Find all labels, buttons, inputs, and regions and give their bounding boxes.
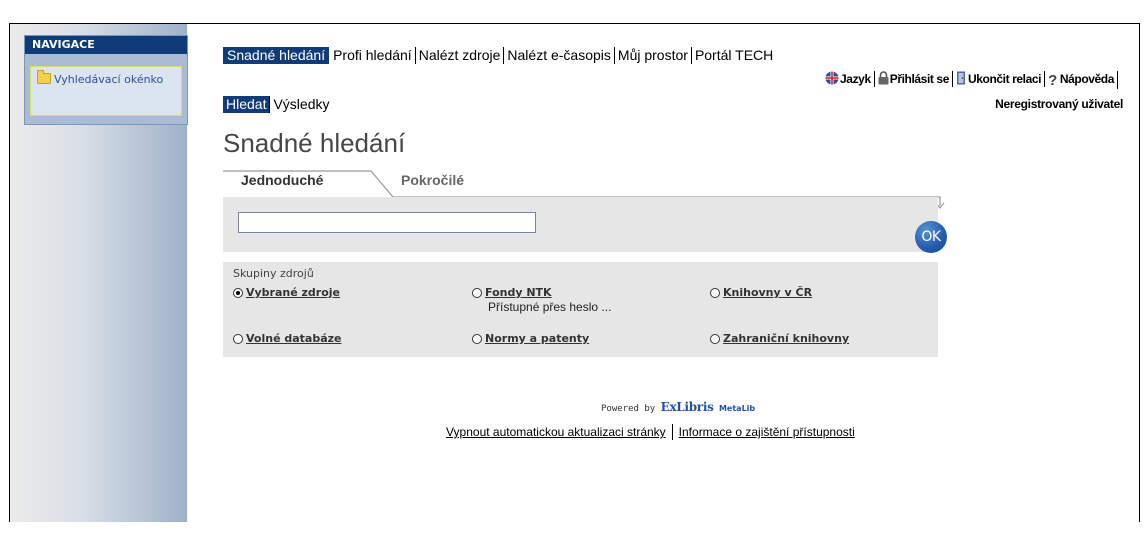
disable-auto-refresh-link[interactable]: Vypnout automatickou aktualizaci stránky — [446, 425, 666, 439]
user-status: Neregistrovaný uživatel — [995, 97, 1123, 111]
radio-label[interactable]: Vybrané zdroje — [246, 286, 340, 299]
tab-results[interactable]: Výsledky — [270, 96, 332, 113]
lock-icon — [878, 71, 889, 85]
groups-label: Skupiny zdrojů — [233, 267, 314, 280]
tab-search[interactable]: Hledat — [223, 96, 271, 113]
accessibility-info-link[interactable]: Informace o zajištění přístupnosti — [679, 425, 855, 439]
tab-find-sources[interactable]: Nalézt zdroje — [416, 47, 505, 64]
ok-button[interactable]: OK — [915, 221, 947, 253]
login-label: Přihlásit se — [889, 72, 950, 86]
radio-dot[interactable] — [710, 288, 720, 298]
footer-links: Vypnout automatickou aktualizaci stránky… — [446, 424, 855, 440]
radio-note: Přístupné přes heslo ... — [488, 300, 612, 314]
radio-selected-sources[interactable]: Vybrané zdroje — [233, 286, 340, 299]
radio-dot[interactable] — [472, 288, 482, 298]
radio-dot[interactable] — [233, 334, 243, 344]
radio-label[interactable]: Normy a patenty — [485, 332, 589, 345]
logout-link[interactable]: Ukončit relaci — [953, 71, 1046, 87]
radio-ntk-collections[interactable]: Fondy NTK Přístupné přes heslo ... — [472, 286, 611, 314]
metalib-logo: MetaLib — [718, 404, 756, 413]
utility-links: Jazyk Přihlásit se Ukončit relaci? Nápověda — [822, 71, 1118, 89]
nav-item-search-window[interactable]: Vyhledávací okénko — [30, 66, 182, 116]
tab-pro-search[interactable]: Profi hledání — [330, 47, 416, 64]
radio-foreign-libraries[interactable]: Zahraniční knihovny — [710, 332, 849, 345]
left-sidebar: NAVIGACE Vyhledávací okénko — [10, 24, 188, 522]
globe-flag-icon — [825, 71, 839, 85]
search-band — [223, 197, 938, 252]
nav-item-label: Vyhledávací okénko — [54, 73, 164, 86]
radio-label[interactable]: Volné databáze — [246, 332, 342, 345]
tab-my-space[interactable]: Můj prostor — [615, 47, 692, 64]
radio-label[interactable]: Fondy NTK — [485, 286, 552, 299]
help-link[interactable]: ? Nápověda — [1045, 71, 1118, 89]
tab-simple-search[interactable]: Jednoduché — [223, 171, 363, 197]
radio-label[interactable]: Knihovny v ČR — [723, 286, 812, 299]
search-input[interactable] — [238, 212, 536, 233]
tab-easy-search[interactable]: Snadné hledání — [223, 47, 330, 64]
navigation-title: NAVIGACE — [25, 36, 187, 54]
folder-icon — [37, 70, 51, 84]
logout-label: Ukončit relaci — [967, 72, 1042, 86]
radio-label[interactable]: Zahraniční knihovny — [723, 332, 849, 345]
radio-dot[interactable] — [472, 334, 482, 344]
radio-dot[interactable] — [233, 288, 243, 298]
language-label: Jazyk — [840, 72, 871, 86]
tab-simple-label: Jednoduché — [241, 172, 324, 188]
radio-free-databases[interactable]: Volné databáze — [233, 332, 342, 345]
page-frame: NAVIGACE Vyhledávací okénko Snadné hledá… — [9, 23, 1140, 522]
language-link[interactable]: Jazyk — [822, 71, 875, 87]
help-label: Nápověda — [1059, 72, 1115, 86]
question-mark-icon: ? — [1048, 72, 1057, 89]
powered-text: Powered by — [601, 404, 656, 414]
navigation-panel: NAVIGACE Vyhledávací okénko — [24, 35, 188, 125]
footer-separator — [671, 424, 673, 440]
powered-by-logo: Powered by ExLibris MetaLib — [601, 400, 755, 414]
login-link[interactable]: Přihlásit se — [875, 71, 953, 87]
tab-find-ejournal[interactable]: Nalézt e-časopis — [504, 47, 615, 64]
sub-tabs: Hledat Výsledky — [223, 96, 333, 113]
tab-advanced-search[interactable]: Pokročilé — [401, 172, 464, 188]
tab-portal-tech[interactable]: Portál TECH — [692, 47, 776, 64]
resource-groups: Skupiny zdrojů Vybrané zdroje Fondy NTK … — [223, 262, 938, 357]
exit-door-icon — [956, 71, 965, 85]
radio-standards-patents[interactable]: Normy a patenty — [472, 332, 589, 345]
main-content: Snadné hledání Profi hledání Nalézt zdroje… — [188, 24, 1139, 522]
exlibris-logo: ExLibris — [660, 400, 714, 414]
radio-czech-libraries[interactable]: Knihovny v ČR — [710, 286, 812, 299]
page-title: Snadné hledání — [223, 128, 406, 158]
main-tabs: Snadné hledání Profi hledání Nalézt zdroje… — [223, 47, 776, 64]
radio-dot[interactable] — [710, 334, 720, 344]
